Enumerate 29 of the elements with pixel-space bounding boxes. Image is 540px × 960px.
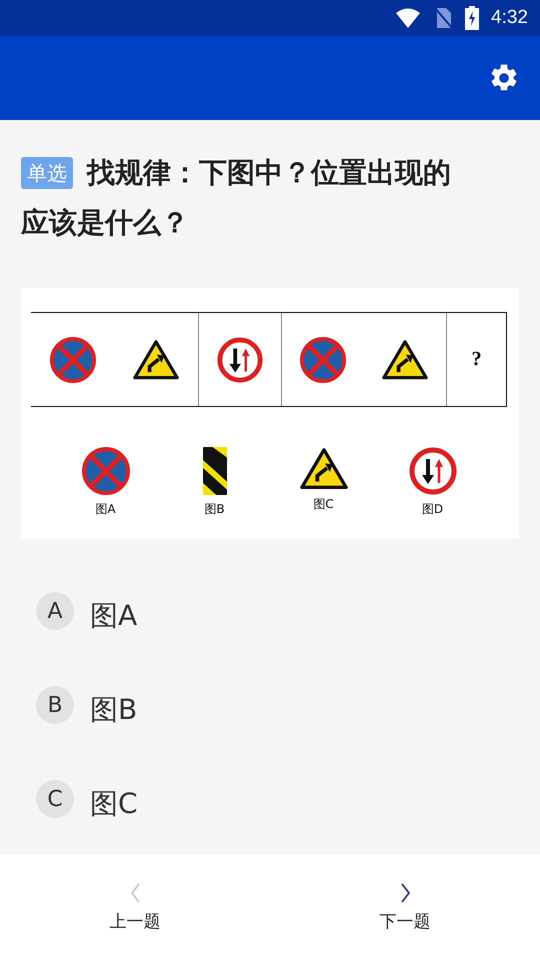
question-text: 找规律：下图中？位置出现的 (87, 155, 451, 191)
curve-warning-sign-icon (300, 447, 348, 490)
battery-charging-icon (465, 6, 480, 30)
wifi-icon (395, 8, 422, 28)
option-text[interactable]: 图B (90, 691, 138, 729)
option-text[interactable]: 图A (90, 597, 138, 635)
option-letter-badge[interactable]: B (36, 686, 74, 724)
chevron-right-icon (398, 882, 412, 904)
oncoming-priority-sign-icon (408, 447, 456, 495)
question-text: 应该是什么？ (21, 205, 189, 241)
clock-time: 4:32 (491, 7, 528, 29)
no-stopping-sign-icon (50, 336, 96, 382)
single-choice-tag: 单选 (21, 157, 73, 189)
question-mark: ? (472, 348, 482, 371)
figure-label: 图D (422, 501, 444, 518)
figure-label: 图A (95, 501, 116, 518)
curve-warning-sign-icon (132, 338, 179, 380)
option-letter-badge[interactable]: A (36, 592, 74, 630)
curve-warning-sign-icon (382, 338, 428, 380)
no-stopping-sign-icon (82, 447, 130, 495)
hazard-stripes-sign-icon (202, 447, 226, 495)
figure-label: 图C (313, 496, 334, 514)
oncoming-priority-sign-icon (217, 336, 264, 382)
chevron-left-icon (128, 882, 142, 904)
option-letter-badge[interactable]: C (36, 780, 74, 818)
no-stopping-sign-icon (300, 336, 346, 382)
next-button[interactable]: 下一题 (372, 878, 438, 937)
option-text[interactable]: 图C (90, 785, 138, 823)
figure-label: 图B (204, 501, 225, 518)
